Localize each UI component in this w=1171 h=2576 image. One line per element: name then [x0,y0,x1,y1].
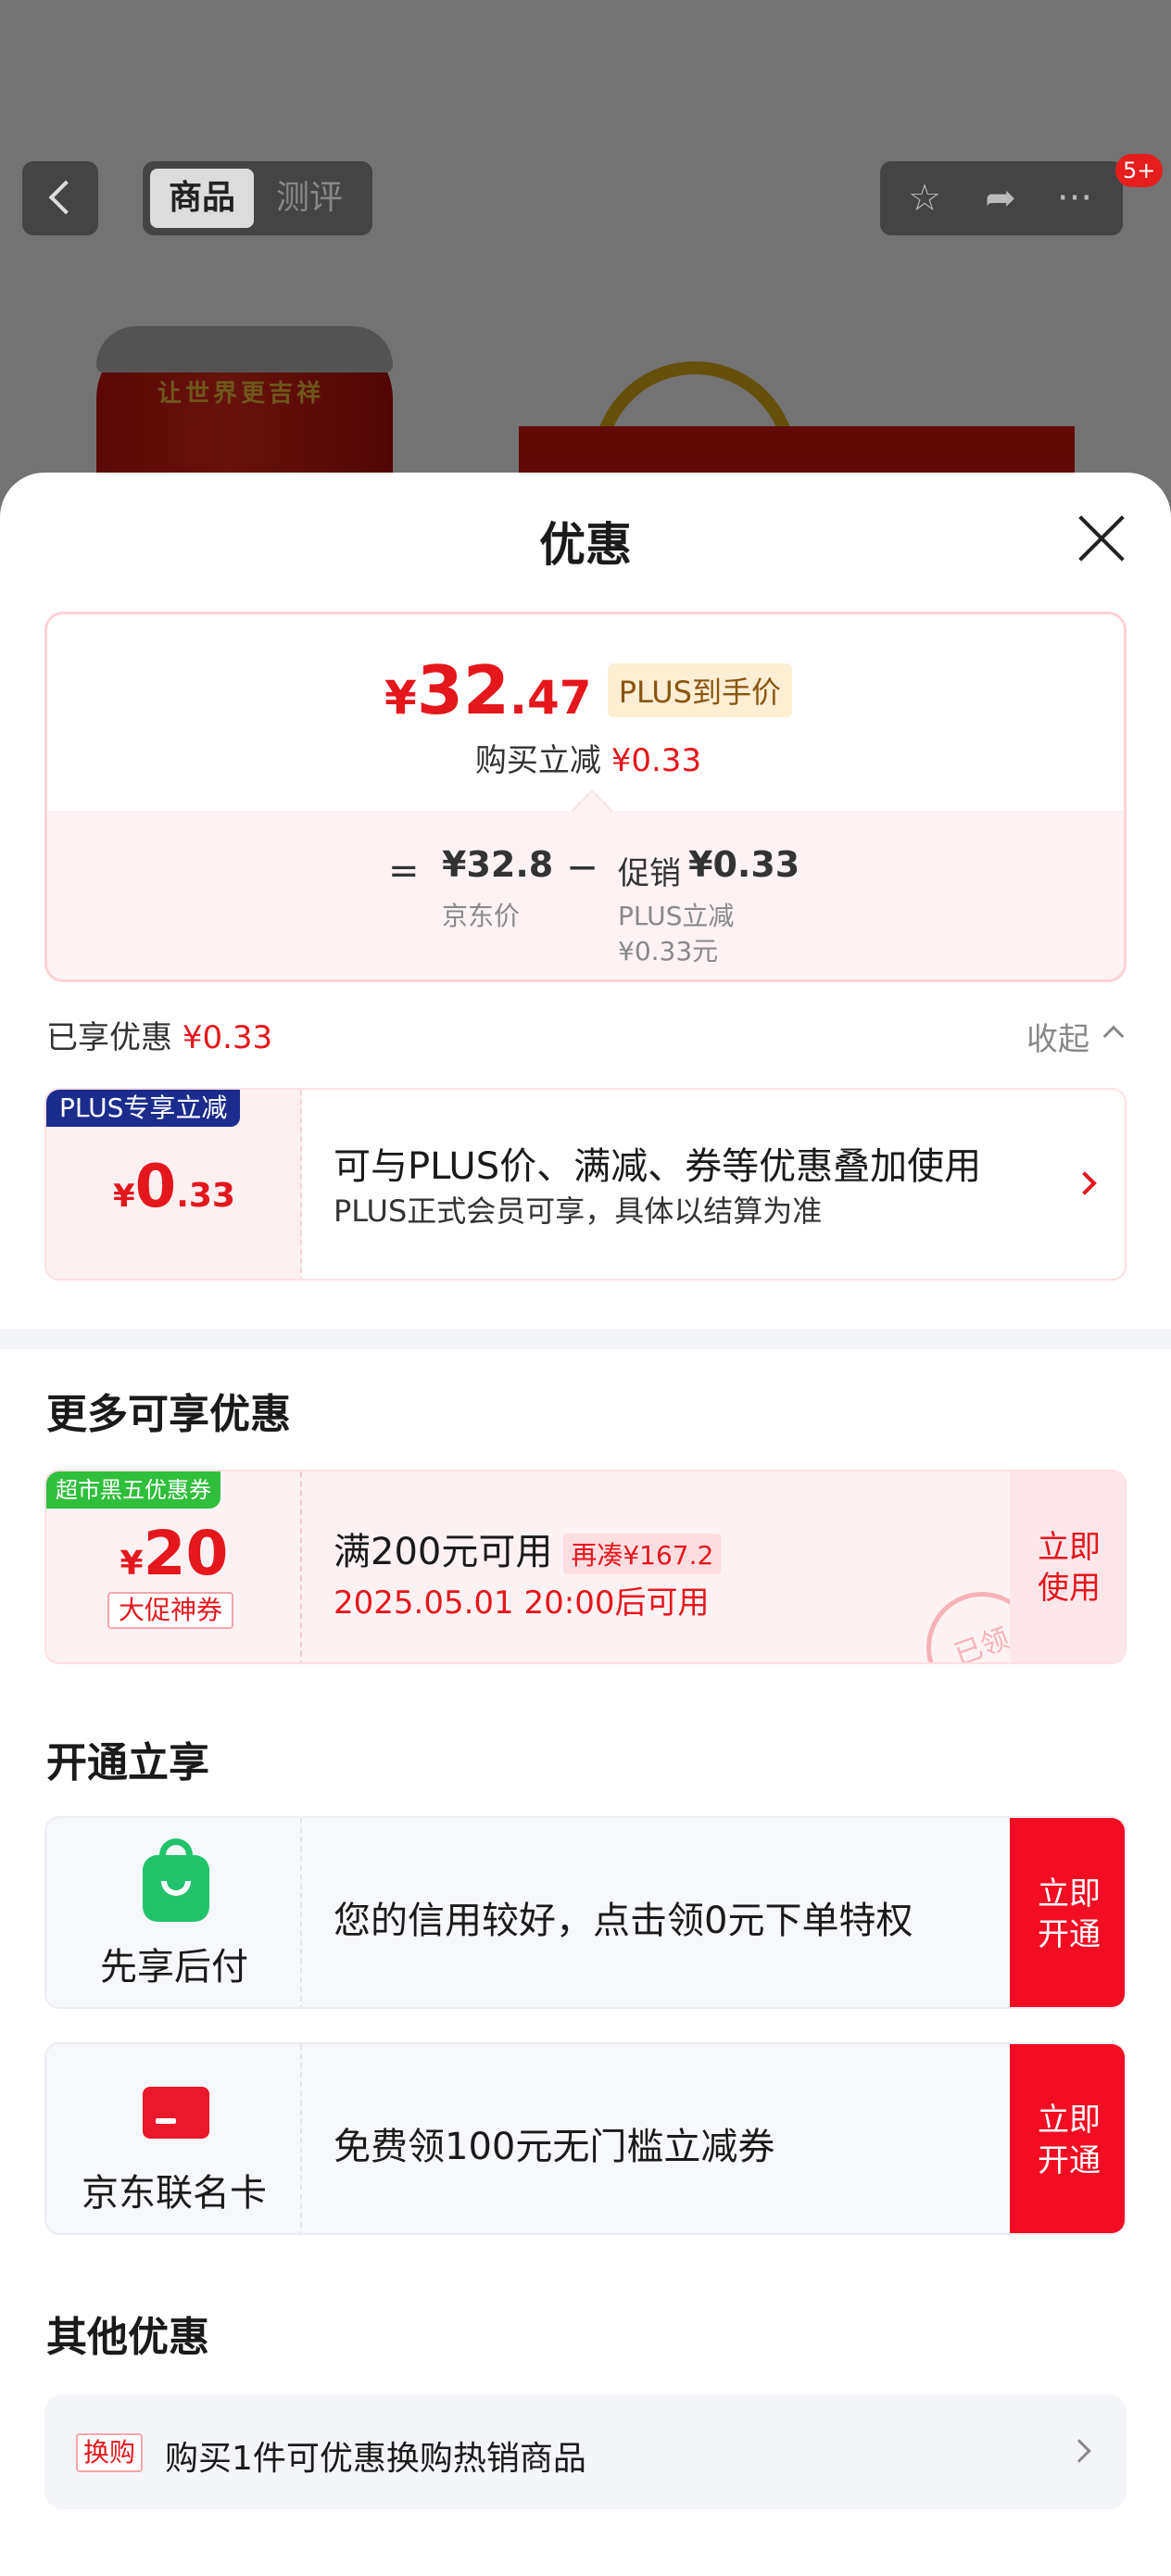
top-right-actions: ☆ ➦ ··· [880,161,1123,235]
coupon-condition: 满200元可用 再凑¥167.2 [334,1522,722,1575]
use-coupon-button[interactable]: 立即 使用 [1010,1471,1125,1662]
final-price-integer: 32 [416,651,510,729]
cobrand-left: 京东联名卡 [46,2044,302,2233]
instant-discount-line: 购买立减 ¥0.33 [47,735,1124,780]
use-coupon-label-2: 使用 [1038,1570,1101,1607]
back-button[interactable] [22,161,98,235]
instant-discount-value: ¥0.33 [611,742,702,779]
coupon-valid-time: 2025.05.01 20:00后可用 [334,1585,710,1622]
product-tabs: 商品 测评 [143,161,372,235]
message-count-badge: 5+ [1115,154,1164,187]
enjoyed-value: ¥0.33 [182,1019,273,1056]
chevron-up-icon[interactable] [1102,1025,1125,1047]
final-price: ¥32.47 [384,651,592,729]
plus-amount-yen: ¥ [113,1178,135,1215]
price-breakdown: = ¥32.8 京东价 − 促销 ¥0.33 PLUS立减 ¥0.33元 [47,811,1124,979]
open-pay-later-button[interactable]: 立即 开通 [1010,1818,1125,2007]
coupon-type-badge: 大促神券 [107,1592,234,1629]
final-price-yen: ¥ [384,671,417,725]
final-price-decimal: .47 [510,671,592,725]
coupon-amount-yen: ¥ [120,1545,144,1583]
offers-sheet: 优惠 ¥32.47 PLUS到手价 购买立减 ¥0.33 = ¥32.8 京东价… [0,473,1171,2576]
overlay-dim[interactable] [0,0,1171,519]
pay-later-label: 先享后付 [100,1946,248,1989]
plus-price-tag: PLUS到手价 [607,663,792,717]
price-summary-card: ¥32.47 PLUS到手价 购买立减 ¥0.33 = ¥32.8 京东价 − … [44,612,1127,982]
plus-discount-amount-panel: PLUS专享立减 ¥0.33 [46,1090,302,1279]
promo-label: 促销 [618,855,681,892]
shopping-bag-icon [143,1838,209,1922]
open-now-title: 开通立享 [46,1739,209,1787]
open-button-label-2: 开通 [1038,1916,1101,1953]
use-coupon-label-1: 立即 [1038,1529,1101,1566]
open-button-label-1: 立即 [1038,1875,1101,1913]
credit-card-icon [143,2087,209,2139]
promo-value: ¥0.33 [688,844,800,885]
coupon-card[interactable]: 超市黑五优惠券 ¥20 大促神券 满200元可用 再凑¥167.2 2025.05… [44,1470,1127,1664]
chevron-right-icon[interactable] [1073,1171,1097,1195]
more-icon[interactable]: ··· [1052,176,1097,221]
jd-price-label: 京东价 [442,901,521,931]
open-cobrand-button[interactable]: 立即 开通 [1010,2044,1125,2233]
collapse-button[interactable]: 收起 [1026,1014,1089,1059]
open-button-label-1: 立即 [1038,2102,1101,2139]
sheet-title: 优惠 [539,518,632,572]
coupon-condition-text: 满200元可用 [334,1531,553,1573]
share-icon[interactable]: ➦ [978,176,1023,221]
plus-discount-amount: ¥0.33 [46,1153,302,1221]
trade-in-tag: 换购 [76,2433,144,2472]
trade-in-text: 购买1件可优惠换购热销商品 [165,2440,586,2478]
plus-amount-integer: 0 [134,1153,177,1221]
close-icon[interactable] [1077,513,1127,563]
cobrand-card[interactable]: 京东联名卡 免费领100元无门槛立减券 立即 开通 [44,2042,1127,2235]
pay-later-left: 先享后付 [46,1818,302,2007]
final-price-row: ¥32.47 PLUS到手价 [47,651,1124,729]
coupon-tag: 超市黑五优惠券 [46,1471,220,1509]
enjoyed-discount: 已享优惠 ¥0.33 [46,1012,272,1057]
coupon-amount: ¥20 [46,1518,302,1589]
cobrand-label: 京东联名卡 [82,2172,267,2215]
trade-in-row[interactable]: 换购 购买1件可优惠换购热销商品 [44,2394,1127,2509]
tab-product[interactable]: 商品 [150,169,254,228]
background-product-page: 让世界更吉祥 商品 测评 ☆ ➦ ··· 5+ [0,0,1171,519]
coupon-amount-value: 20 [143,1518,229,1589]
jd-price-value: ¥32.8 [442,844,554,885]
more-offers-title: 更多可享优惠 [46,1391,291,1438]
promo-detail-value: ¥0.33元 [618,936,719,966]
promo-detail-label: PLUS立减 [618,901,735,931]
chevron-right-icon[interactable] [1067,2439,1091,2463]
minus-sign: − [566,844,599,890]
plus-amount-decimal: .33 [176,1177,235,1215]
watermark: 风非风 [500,1223,595,1260]
coupon-remaining-badge: 再凑¥167.2 [563,1534,722,1574]
equals-sign: = [388,850,420,892]
star-icon[interactable]: ☆ [902,176,947,221]
pay-later-text: 您的信用较好，点击领0元下单特权 [334,1900,913,1942]
product-top-bar: 商品 测评 ☆ ➦ ··· 5+ [0,154,1171,235]
section-divider [0,1329,1171,1349]
tab-review[interactable]: 测评 [263,169,356,228]
open-button-label-2: 开通 [1038,2142,1101,2179]
enjoyed-label: 已享优惠 [46,1019,172,1056]
plus-discount-tag: PLUS专享立减 [46,1090,241,1127]
other-offers-title: 其他优惠 [46,2314,209,2361]
coupon-amount-panel: 超市黑五优惠券 ¥20 大促神券 [46,1471,302,1662]
plus-discount-title: 可与PLUS价、满减、券等优惠叠加使用 [334,1145,982,1188]
cobrand-text: 免费领100元无门槛立减券 [334,2126,775,2168]
instant-discount-label: 购买立减 [474,742,601,779]
pay-later-card[interactable]: 先享后付 您的信用较好，点击领0元下单特权 立即 开通 [44,1816,1127,2009]
